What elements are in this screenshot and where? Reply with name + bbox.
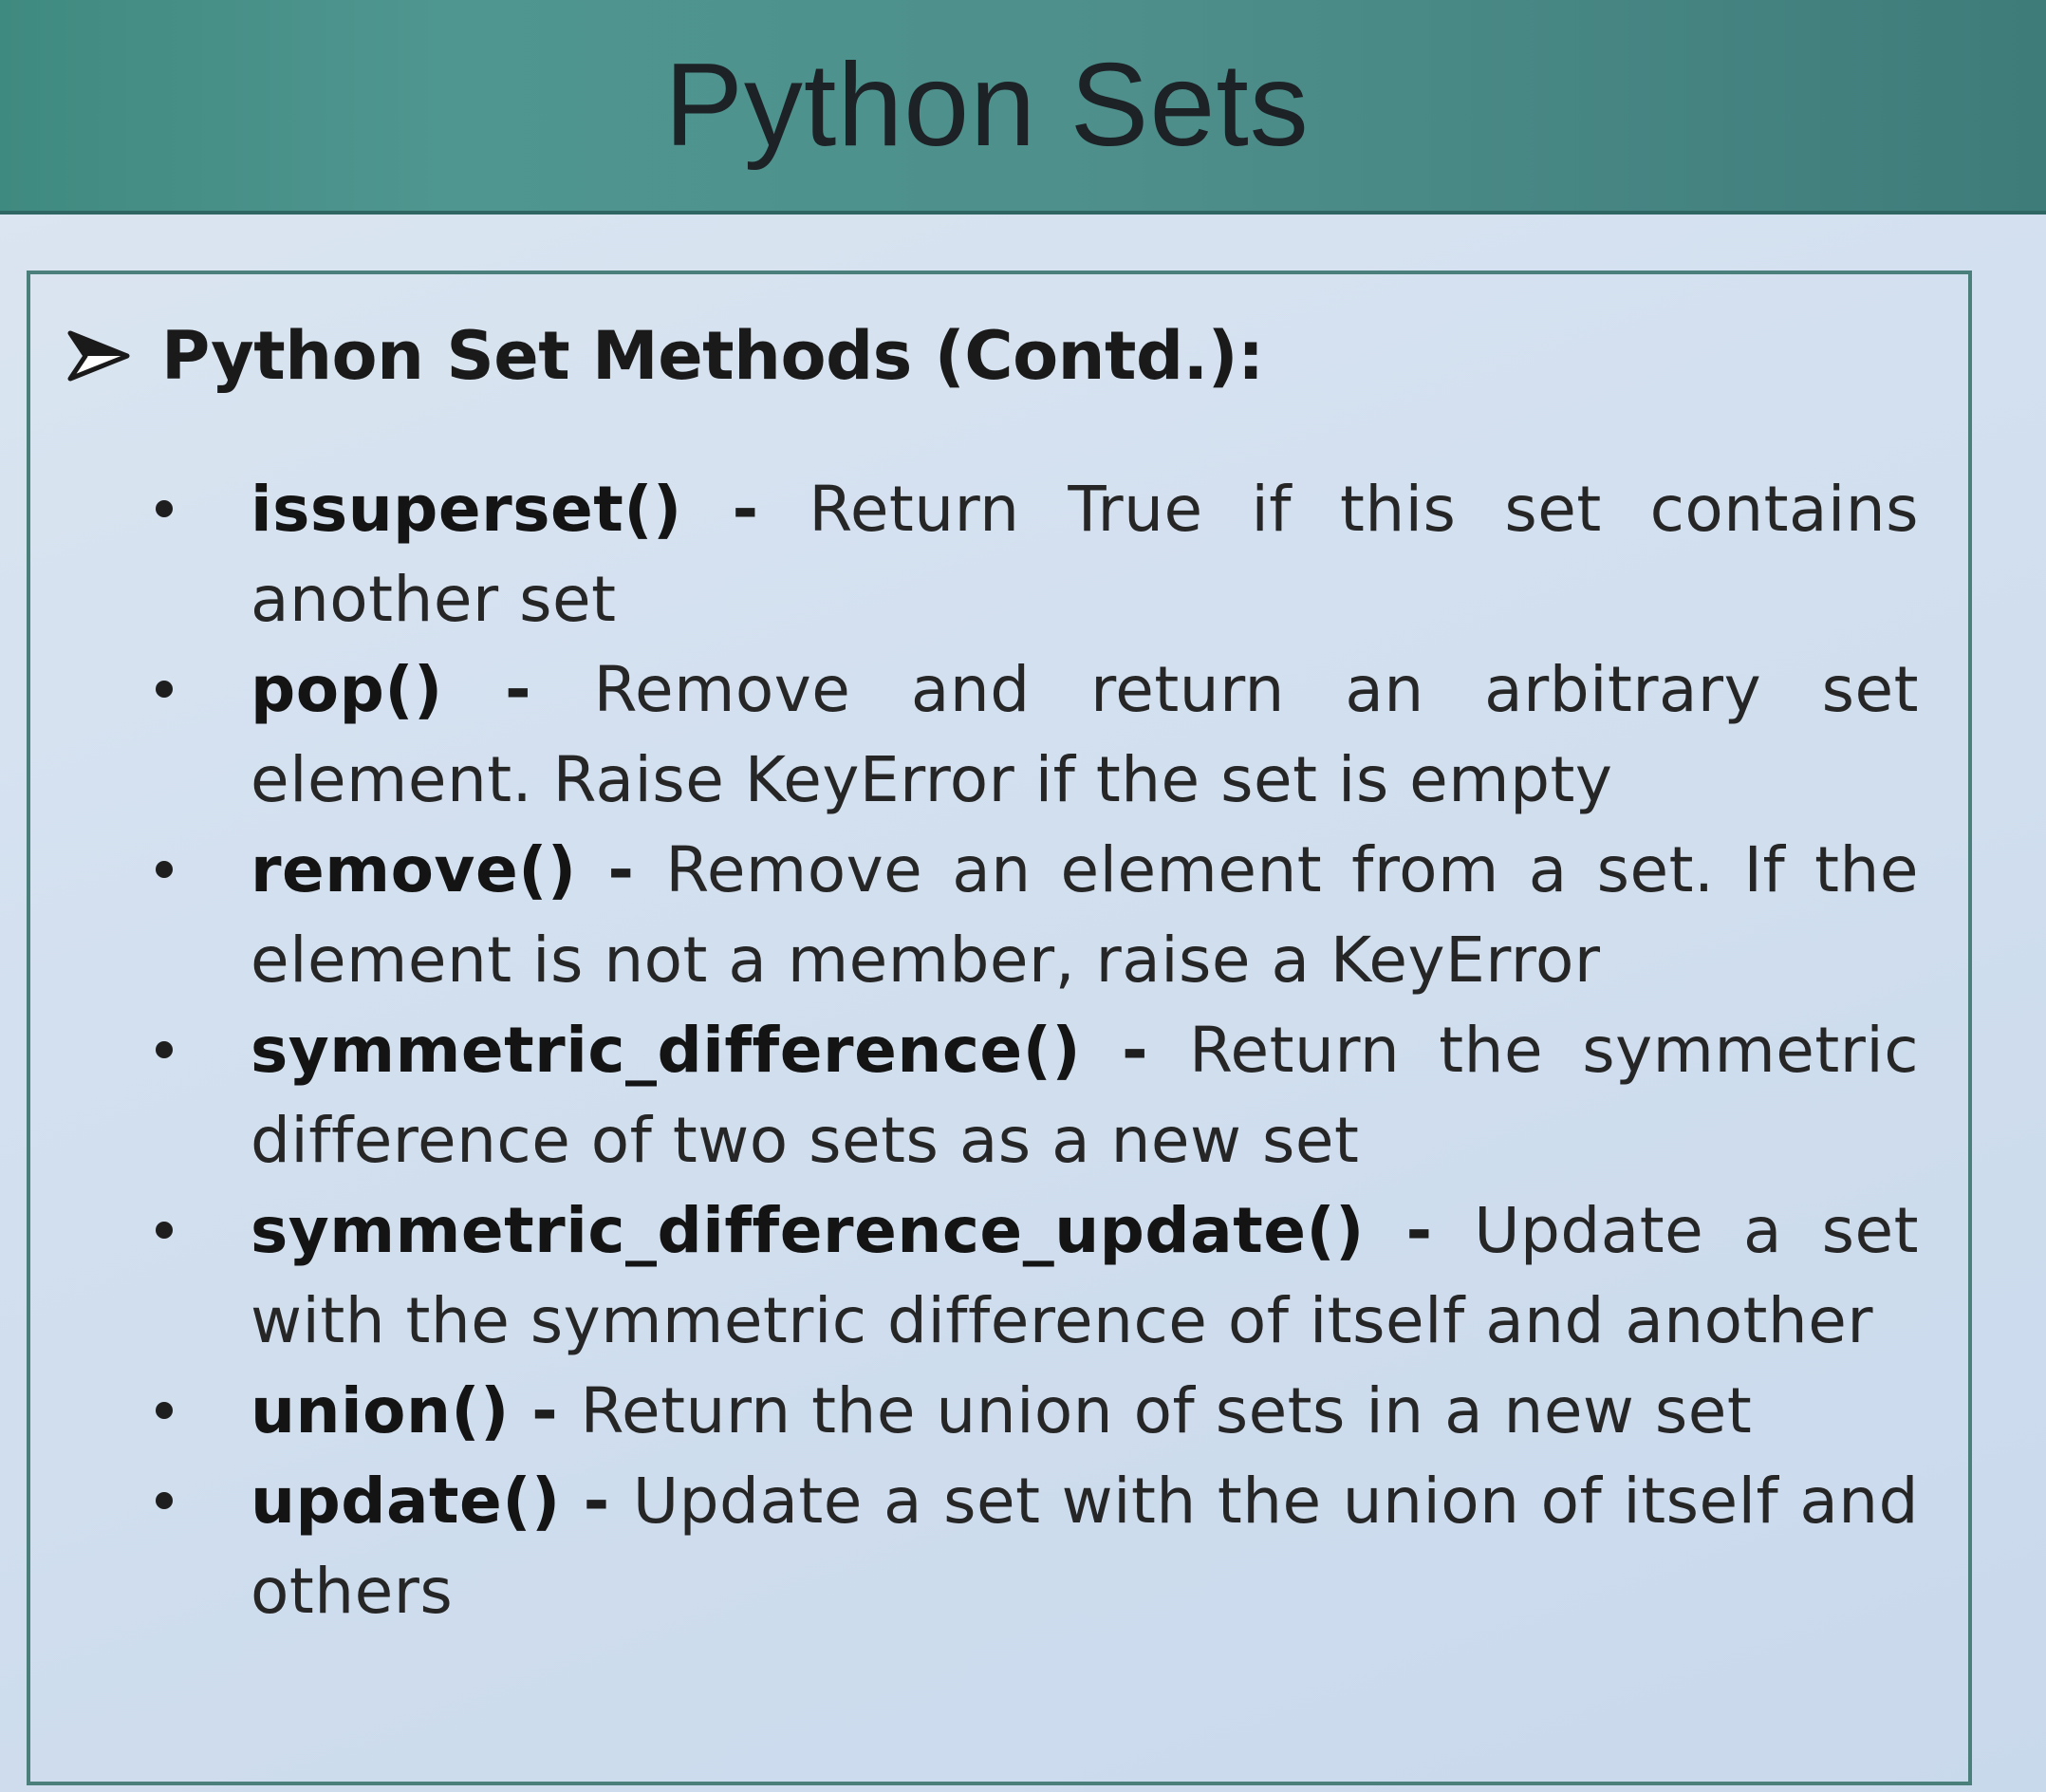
title-bar: Python Sets bbox=[0, 0, 2046, 215]
content-box: Python Set Methods (Contd.): issuperset(… bbox=[27, 271, 1972, 1785]
methods-list: issuperset() - Return True if this set c… bbox=[30, 464, 1968, 1636]
round-bullet-icon bbox=[156, 1402, 173, 1419]
round-bullet-icon bbox=[156, 861, 173, 878]
separator: - bbox=[576, 833, 666, 906]
separator: - bbox=[509, 1374, 581, 1447]
method-name: issuperset() bbox=[251, 473, 682, 546]
slide: Python Sets Python Set Methods (Contd.):… bbox=[0, 0, 2046, 1792]
section-heading: Python Set Methods (Contd.): bbox=[161, 317, 1264, 395]
method-description: Return the union of sets in a new set bbox=[580, 1374, 1753, 1447]
method-item-union: union() - Return the union of sets in a … bbox=[30, 1366, 1968, 1456]
arrow-bullet-icon bbox=[67, 330, 130, 382]
method-item-update: update() - Update a set with the union o… bbox=[30, 1456, 1968, 1636]
method-item-remove: remove() - Remove an element from a set.… bbox=[30, 825, 1968, 1005]
separator: - bbox=[442, 653, 594, 726]
method-item-issuperset: issuperset() - Return True if this set c… bbox=[30, 464, 1968, 644]
method-name: symmetric_difference_update() bbox=[251, 1194, 1365, 1267]
slide-title: Python Sets bbox=[664, 40, 1310, 171]
separator: - bbox=[560, 1465, 633, 1538]
round-bullet-icon bbox=[156, 1222, 173, 1239]
method-name: remove() bbox=[251, 833, 577, 906]
round-bullet-icon bbox=[156, 500, 173, 517]
separator: - bbox=[1081, 1014, 1190, 1087]
round-bullet-icon bbox=[156, 1041, 173, 1058]
method-item-pop: pop() - Remove and return an arbitrary s… bbox=[30, 644, 1968, 825]
method-item-symmetric-difference-update: symmetric_difference_update() - Update a… bbox=[30, 1185, 1968, 1366]
method-name: update() bbox=[251, 1465, 561, 1538]
heading-row: Python Set Methods (Contd.): bbox=[66, 308, 1264, 403]
method-name: pop() bbox=[251, 653, 443, 726]
separator: - bbox=[681, 473, 809, 546]
round-bullet-icon bbox=[156, 681, 173, 698]
method-name: union() bbox=[251, 1374, 510, 1447]
method-item-symmetric-difference: symmetric_difference() - Return the symm… bbox=[30, 1005, 1968, 1185]
round-bullet-icon bbox=[156, 1492, 173, 1509]
separator: - bbox=[1364, 1194, 1475, 1267]
method-name: symmetric_difference() bbox=[251, 1014, 1082, 1087]
